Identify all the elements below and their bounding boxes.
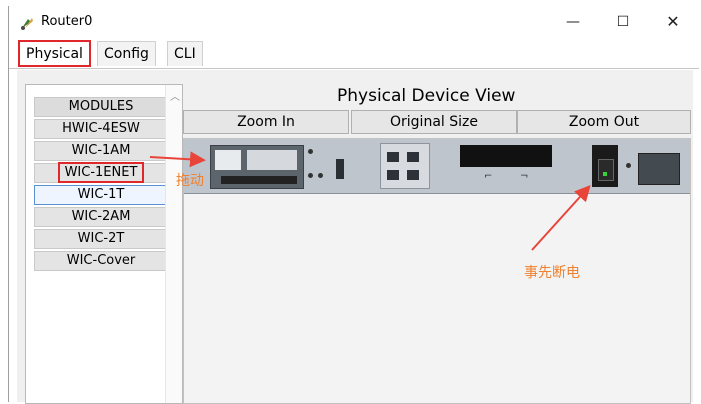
device-canvas: ⌐ ¬ — [183, 138, 691, 404]
maximize-button[interactable]: ☐ — [609, 14, 637, 32]
tab-bar: Physical Config CLI — [9, 40, 699, 69]
status-led — [318, 173, 323, 178]
modules-scrollbar[interactable]: ︿ — [165, 85, 182, 403]
scroll-up-icon[interactable]: ︿ — [170, 88, 180, 103]
modules-list[interactable]: MODULES HWIC-4ESW WIC-1AM WIC-1ENET WIC-… — [25, 84, 183, 404]
modules-header: MODULES — [34, 97, 168, 117]
router-window: Router0 — ☐ ✕ Physical Config CLI MODULE… — [8, 6, 699, 404]
original-size-button[interactable]: Original Size — [351, 110, 517, 134]
module-item-wic-1am[interactable]: WIC-1AM — [34, 141, 168, 161]
tab-config[interactable]: Config — [97, 41, 156, 66]
module-item-wic-2t[interactable]: WIC-2T — [34, 229, 168, 249]
zoom-in-button[interactable]: Zoom In — [183, 110, 349, 134]
power-led — [626, 163, 631, 168]
window-title: Router0 — [41, 14, 93, 29]
module-item-wic-cover[interactable]: WIC-Cover — [34, 251, 168, 271]
ethernet-ports[interactable] — [380, 143, 430, 189]
router-chassis: ⌐ ¬ — [184, 139, 690, 194]
minimize-button[interactable]: — — [559, 14, 587, 32]
router-app-icon — [21, 18, 33, 30]
drag-annotation: 拖动 — [176, 173, 204, 189]
hwic-slot-module[interactable] — [210, 145, 304, 189]
module-item-wic-1t[interactable]: WIC-1T — [34, 185, 168, 205]
zoom-out-button[interactable]: Zoom Out — [517, 110, 691, 134]
usb-port — [336, 159, 344, 179]
physical-tab-content: MODULES HWIC-4ESW WIC-1AM WIC-1ENET WIC-… — [17, 70, 693, 404]
power-switch[interactable] — [592, 145, 618, 187]
device-view-title: Physical Device View — [337, 86, 516, 106]
module-item-wic-2am[interactable]: WIC-2AM — [34, 207, 168, 227]
tab-cli[interactable]: CLI — [167, 41, 203, 66]
title-bar: Router0 — ☐ ✕ — [9, 6, 699, 38]
close-button[interactable]: ✕ — [659, 12, 687, 31]
module-item-wic-1enet[interactable]: WIC-1ENET — [57, 162, 145, 183]
module-item-hwic-4esw[interactable]: HWIC-4ESW — [34, 119, 168, 139]
power-off-annotation: 事先断电 — [524, 265, 580, 281]
status-led — [308, 149, 313, 154]
power-connector — [638, 153, 680, 185]
status-led — [308, 173, 313, 178]
tab-physical[interactable]: Physical — [18, 40, 91, 67]
empty-expansion-slot[interactable] — [460, 145, 552, 167]
module-item-wic-1enet-wrap[interactable]: WIC-1ENET — [34, 162, 168, 183]
